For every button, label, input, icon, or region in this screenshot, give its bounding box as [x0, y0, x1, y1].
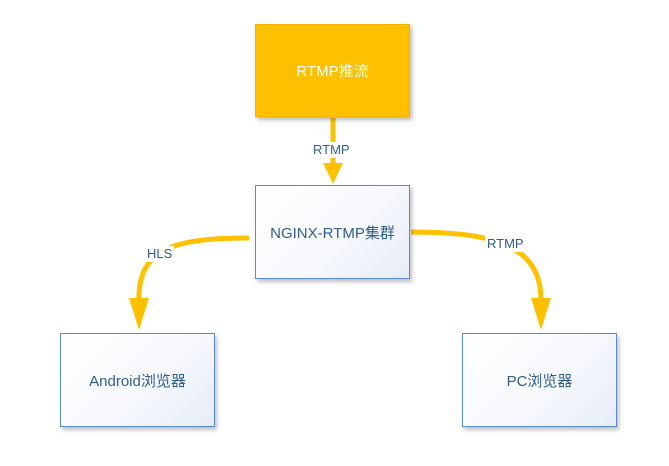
flow-diagram: RTMP HLS RTMP RTMP推流 NGINX-RTMP集群 Androi…	[0, 0, 669, 466]
node-nginx-rtmp-cluster: NGINX-RTMP集群	[255, 185, 410, 279]
node-android-browser: Android浏览器	[60, 333, 215, 427]
node-pc-browser-label: PC浏览器	[506, 372, 573, 390]
arrow-cluster-to-pc	[410, 229, 551, 330]
node-rtmp-push-label: RTMP推流	[296, 63, 369, 80]
edge-label-source-cluster: RTMP	[311, 142, 352, 158]
node-pc-browser: PC浏览器	[462, 333, 617, 427]
edge-label-cluster-android: HLS	[145, 246, 175, 262]
edge-label-cluster-pc: RTMP	[485, 236, 526, 252]
node-rtmp-push: RTMP推流	[255, 24, 410, 117]
node-nginx-rtmp-cluster-label: NGINX-RTMP集群	[270, 224, 395, 242]
node-android-browser-label: Android浏览器	[89, 372, 186, 390]
